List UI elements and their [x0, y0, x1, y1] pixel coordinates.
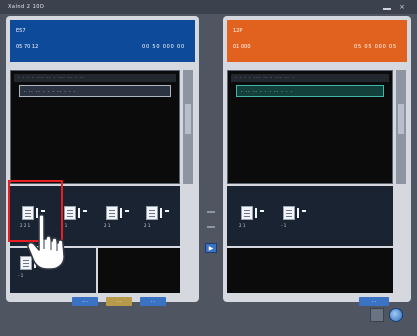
thumbnail-label: 2 1	[144, 223, 151, 228]
right-header-info: 05 05 000 05	[354, 44, 397, 50]
left-scrollbar[interactable]	[183, 70, 193, 184]
transfer-marker-top	[207, 211, 215, 213]
right-patient-header[interactable]: 12P 01 000 05 05 000 05	[227, 20, 407, 62]
title-bar: Xalnd 2 10D ×	[0, 0, 417, 14]
pointing-hand-icon	[27, 213, 65, 270]
right-header-id: 12P	[233, 28, 243, 34]
thumbnail-label: - 1	[281, 223, 287, 228]
right-view-toolbar[interactable]: - - - - --- -- - --- -- -	[231, 74, 389, 82]
document-image-icon	[146, 206, 158, 220]
right-scrollbar[interactable]	[396, 70, 406, 184]
window-title: Xalnd 2 10D	[8, 4, 45, 10]
thumbnail-label: 2 1	[239, 223, 246, 228]
transfer-marker-bottom	[207, 226, 215, 228]
right-empty-area	[227, 248, 393, 293]
left-view-toolbar[interactable]: - - - - --- -- - --- -- - --	[14, 74, 176, 82]
close-button[interactable]: ×	[398, 4, 406, 11]
right-study-view[interactable]: - - - - --- -- - --- -- - - -- -- - - - …	[227, 70, 393, 184]
left-patient-header[interactable]: E57 05 70 12 00 50 000 00	[10, 20, 195, 62]
right-header-sub: 01 000	[233, 44, 251, 50]
right-scroll-thumb[interactable]	[398, 104, 404, 134]
right-footer-text: - - -	[233, 300, 245, 305]
thumbnail-tile[interactable]: - 1	[279, 204, 311, 234]
thumbnail-tile[interactable]: 2 1	[237, 204, 269, 234]
document-image-icon	[106, 206, 118, 220]
thumbnail-label: - 1	[18, 273, 24, 278]
left-header-info: 00 50 000 00	[142, 44, 185, 50]
left-action-button-1[interactable]: -- -	[72, 297, 98, 306]
settings-icon[interactable]	[370, 308, 384, 322]
right-action-button[interactable]: - -	[359, 297, 389, 306]
left-empty-area	[98, 248, 180, 293]
document-image-icon	[241, 206, 253, 220]
left-series-row[interactable]: - -- -- - - - -- - - -	[19, 85, 171, 97]
document-image-icon	[283, 206, 295, 220]
left-action-button-2[interactable]: - -	[106, 297, 132, 306]
arrow-right-icon[interactable]: ▶	[205, 243, 217, 253]
left-study-view[interactable]: - - - - --- -- - --- -- - -- - -- -- - -…	[10, 70, 180, 184]
left-header-id: E57	[16, 28, 26, 34]
left-header-sub: 05 70 12	[16, 44, 39, 50]
left-action-button-3[interactable]: - -	[140, 297, 166, 306]
thumbnail-tile[interactable]: 2 1	[142, 204, 174, 234]
thumbnail-label: 2 1	[104, 223, 111, 228]
left-footer-text: - - -	[16, 300, 28, 305]
left-scroll-thumb[interactable]	[185, 104, 191, 134]
right-panel: 12P 01 000 05 05 000 05 - - - - --- -- -…	[223, 16, 411, 306]
right-thumbnail-area: 2 1 - 1	[227, 186, 393, 246]
app-window: Xalnd 2 10D × E57 05 70 12 00 50 000 00 …	[0, 0, 417, 336]
thumbnail-tile[interactable]: 2 1	[102, 204, 134, 234]
globe-icon[interactable]	[389, 308, 403, 322]
right-series-row[interactable]: - -- -- - - - -- - - -	[236, 85, 384, 97]
minimize-button[interactable]	[383, 4, 391, 10]
